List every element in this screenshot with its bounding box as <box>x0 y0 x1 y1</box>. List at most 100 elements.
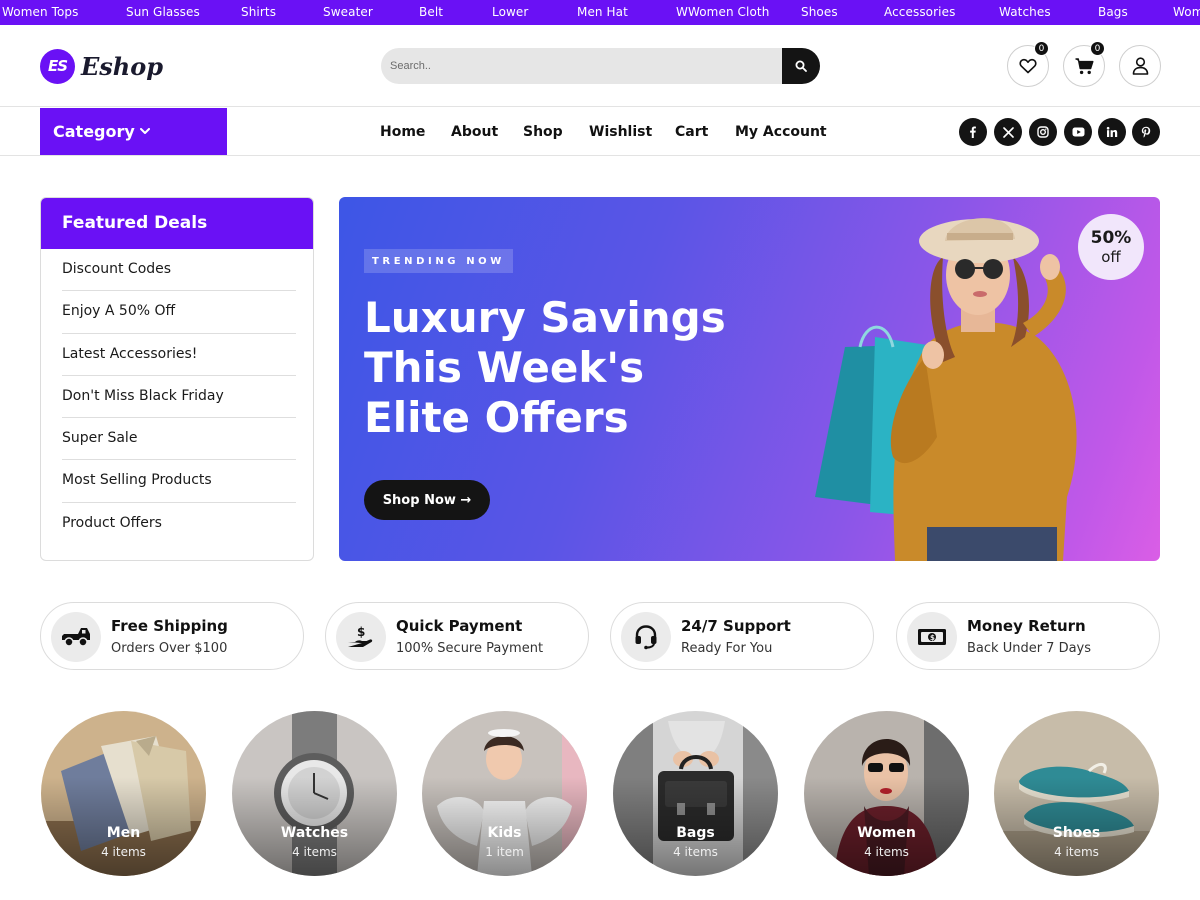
hero-title-line-2: This Week's <box>364 343 645 392</box>
hero-title-line-1: Luxury Savings <box>364 293 726 342</box>
heart-icon <box>1019 58 1037 74</box>
nav-about[interactable]: About <box>451 124 498 140</box>
ticker-link-lower[interactable]: Lower <box>492 5 528 19</box>
category-name: Shoes <box>1052 825 1101 841</box>
search-bar <box>381 48 820 84</box>
deal-item-super-sale[interactable]: Super Sale <box>62 418 296 461</box>
ticker-link-women-cloth[interactable]: WWomen Cloth <box>676 5 769 19</box>
featured-deals-list: Discount Codes Enjoy A 50% Off Latest Ac… <box>41 249 313 545</box>
pinterest-icon <box>1141 126 1151 138</box>
deal-item-50-off[interactable]: Enjoy A 50% Off <box>62 291 296 334</box>
category-count: 4 items <box>1054 845 1099 859</box>
category-name: Men <box>106 825 141 841</box>
pinterest-link[interactable] <box>1132 118 1160 146</box>
deal-item-latest-accessories[interactable]: Latest Accessories! <box>62 334 296 376</box>
feature-icon-wrap: $ <box>336 612 386 662</box>
ticker-link-shirts[interactable]: Shirts <box>241 5 276 19</box>
category-name: Bags <box>676 825 715 841</box>
ticker-link-accessories[interactable]: Accessories <box>884 5 955 19</box>
category-count: 4 items <box>864 845 909 859</box>
discount-badge: 50% off <box>1078 214 1144 280</box>
account-button[interactable] <box>1119 45 1161 87</box>
feature-support: 24/7 Support Ready For You <box>610 602 874 670</box>
nav-shop[interactable]: Shop <box>523 124 563 140</box>
hero-title: Luxury Savings This Week's Elite Offers <box>364 293 784 443</box>
wishlist-button[interactable]: 0 <box>1007 41 1049 87</box>
shop-now-button[interactable]: Shop Now → <box>364 480 490 520</box>
feature-subtitle: Ready For You <box>681 641 773 656</box>
category-card-kids[interactable]: Kids 1 item <box>422 711 587 876</box>
user-icon <box>1132 57 1148 75</box>
search-button[interactable] <box>782 48 820 84</box>
deal-item-discount-codes[interactable]: Discount Codes <box>62 249 296 292</box>
hero-banner: TRENDING NOW Luxury Savings This Week's … <box>339 197 1160 561</box>
linkedin-link[interactable] <box>1098 118 1126 146</box>
deal-item-black-friday[interactable]: Don't Miss Black Friday <box>62 376 296 419</box>
feature-icon-wrap <box>51 612 101 662</box>
feature-title: 24/7 Support <box>681 617 791 635</box>
truck-icon <box>62 628 90 647</box>
cart-button[interactable]: 0 <box>1063 41 1105 87</box>
money-icon: $ <box>918 629 946 645</box>
trending-tag: TRENDING NOW <box>364 249 513 273</box>
svg-text:$: $ <box>930 634 935 642</box>
hero-title-line-3: Elite Offers <box>364 393 629 442</box>
main-navbar: Category Home About Shop Wishlist Cart M… <box>0 107 1200 156</box>
feature-title: Quick Payment <box>396 617 523 635</box>
youtube-link[interactable] <box>1064 118 1092 146</box>
search-icon <box>795 60 807 72</box>
nav-wishlist[interactable]: Wishlist <box>589 124 652 140</box>
ticker-link-belt[interactable]: Belt <box>419 5 443 19</box>
top-category-ticker: Women Tops Sun Glasses Shirts Sweater Be… <box>0 0 1200 25</box>
category-count: 4 items <box>673 845 718 859</box>
category-card-watches[interactable]: Watches 4 items <box>232 711 397 876</box>
feature-icon-wrap <box>621 612 671 662</box>
ticker-link-men-hat[interactable]: Men Hat <box>577 5 628 19</box>
discount-badge-value: 50% <box>1090 228 1132 248</box>
category-label: Category <box>53 122 135 141</box>
x-link[interactable] <box>994 118 1022 146</box>
facebook-icon <box>970 126 976 138</box>
linkedin-icon <box>1106 126 1118 137</box>
category-card-bags[interactable]: Bags 4 items <box>613 711 778 876</box>
category-count: 1 item <box>485 845 524 859</box>
instagram-link[interactable] <box>1029 118 1057 146</box>
headset-icon <box>635 625 657 650</box>
feature-subtitle: Orders Over $100 <box>111 641 228 656</box>
ticker-link-women[interactable]: Women <box>1173 5 1200 19</box>
payment-hand-icon: $ <box>348 625 373 647</box>
cart-count-badge: 0 <box>1090 41 1105 56</box>
site-logo[interactable]: ES Eshop <box>40 48 163 84</box>
category-count: 4 items <box>292 845 337 859</box>
chevron-down-icon <box>139 128 150 134</box>
ticker-link-bags[interactable]: Bags <box>1098 5 1128 19</box>
logo-mark: ES <box>40 48 75 84</box>
feature-subtitle: 100% Secure Payment <box>396 641 544 656</box>
deal-item-most-selling[interactable]: Most Selling Products <box>62 460 296 503</box>
feature-title: Money Return <box>967 617 1086 635</box>
category-dropdown[interactable]: Category <box>40 108 227 155</box>
feature-quick-payment: $ Quick Payment 100% Secure Payment <box>325 602 589 670</box>
ticker-link-shoes[interactable]: Shoes <box>801 5 838 19</box>
nav-home[interactable]: Home <box>380 124 425 140</box>
facebook-link[interactable] <box>959 118 987 146</box>
category-card-men[interactable]: Men 4 items <box>41 711 206 876</box>
feature-free-shipping: Free Shipping Orders Over $100 <box>40 602 304 670</box>
ticker-link-sun-glasses[interactable]: Sun Glasses <box>126 5 200 19</box>
category-card-shoes[interactable]: Shoes 4 items <box>994 711 1159 876</box>
search-input[interactable] <box>381 48 783 84</box>
category-card-women[interactable]: Women 4 items <box>804 711 969 876</box>
deal-item-product-offers[interactable]: Product Offers <box>62 503 296 545</box>
nav-cart[interactable]: Cart <box>675 124 708 140</box>
discount-badge-label: off <box>1101 248 1121 266</box>
ticker-link-women-tops[interactable]: Women Tops <box>2 5 79 19</box>
nav-my-account[interactable]: My Account <box>735 124 827 140</box>
wishlist-count-badge: 0 <box>1034 41 1049 56</box>
ticker-link-watches[interactable]: Watches <box>999 5 1051 19</box>
x-icon <box>1002 126 1014 138</box>
instagram-icon <box>1037 126 1049 138</box>
feature-subtitle: Back Under 7 Days <box>967 641 1092 656</box>
logo-text: Eshop <box>81 51 164 81</box>
category-count: 4 items <box>101 845 146 859</box>
ticker-link-sweater[interactable]: Sweater <box>323 5 373 19</box>
